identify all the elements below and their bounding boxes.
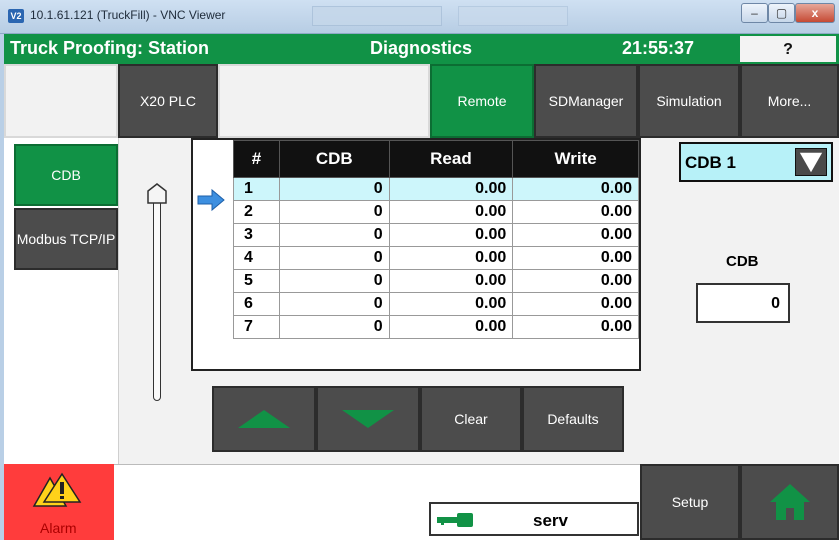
triangle-up-icon	[238, 410, 290, 428]
cell-index: 7	[233, 315, 280, 339]
cell-cdb: 0	[278, 223, 390, 247]
cell-index: 6	[233, 292, 280, 316]
cell-read: 0.00	[388, 292, 514, 316]
chevron-down-icon[interactable]	[795, 148, 827, 176]
user-name: serv	[533, 511, 568, 530]
cell-write: 0.00	[512, 315, 639, 339]
tab-spacer	[218, 64, 430, 138]
cell-cdb: 0	[278, 292, 390, 316]
tab-more[interactable]: More...	[740, 64, 839, 138]
col-header-cdb: CDB	[278, 140, 390, 178]
cdb-select-value: CDB 1	[685, 153, 737, 172]
tab-remote[interactable]: Remote	[430, 64, 534, 138]
data-table: # CDB Read Write 1 0 0.00 0.00 2 0 0.00 …	[233, 140, 639, 339]
col-header-write: Write	[512, 140, 639, 178]
cell-cdb: 0	[278, 246, 390, 270]
cell-read: 0.00	[388, 315, 514, 339]
cell-write: 0.00	[512, 177, 639, 201]
arrow-right-icon	[197, 188, 225, 212]
vnc-app-icon: V2	[8, 9, 24, 23]
tab-bar: X20 PLC Remote SDManager Simulation More…	[4, 64, 839, 138]
cell-read: 0.00	[388, 223, 514, 247]
tab-blank	[4, 64, 118, 138]
cell-write: 0.00	[512, 292, 639, 316]
table-row[interactable]: 7 0 0.00 0.00	[233, 315, 639, 339]
table-row[interactable]: 6 0 0.00 0.00	[233, 292, 639, 316]
triangle-down-icon	[342, 410, 394, 428]
side-tab-modbus[interactable]: Modbus TCP/IP	[14, 208, 118, 270]
cdb-select[interactable]: CDB 1	[679, 142, 833, 182]
home-button[interactable]	[740, 464, 839, 540]
cdb-field-label: CDB	[726, 253, 759, 270]
cell-cdb: 0	[278, 200, 390, 224]
window-titlebar[interactable]: V2 10.1.61.121 (TruckFill) - VNC Viewer …	[0, 0, 839, 34]
side-tab-cdb[interactable]: CDB	[14, 144, 118, 206]
key-icon	[437, 513, 473, 527]
scroll-down-button[interactable]	[316, 386, 420, 452]
close-button[interactable]: x	[795, 3, 835, 23]
header-bar: Truck Proofing: Station Diagnostics 21:5…	[4, 34, 839, 64]
alarm-button[interactable]: Alarm	[4, 464, 114, 540]
table-row[interactable]: 1 0 0.00 0.00	[233, 177, 639, 201]
maximize-button[interactable]: ▢	[768, 3, 795, 23]
cell-write: 0.00	[512, 246, 639, 270]
cell-cdb: 0	[278, 315, 390, 339]
help-button[interactable]: ?	[740, 36, 836, 62]
table-row[interactable]: 3 0 0.00 0.00	[233, 223, 639, 247]
cell-cdb: 0	[278, 269, 390, 293]
cell-write: 0.00	[512, 269, 639, 293]
cell-write: 0.00	[512, 223, 639, 247]
background-window-ghost	[312, 6, 442, 26]
cell-read: 0.00	[388, 177, 514, 201]
tab-simulation[interactable]: Simulation	[638, 64, 740, 138]
scroll-slider-knob[interactable]	[145, 183, 169, 205]
setup-button[interactable]: Setup	[640, 464, 740, 540]
tab-sdmanager[interactable]: SDManager	[534, 64, 638, 138]
background-window-ghost	[458, 6, 568, 26]
cell-index: 3	[233, 223, 280, 247]
scroll-slider-track[interactable]	[153, 191, 161, 401]
home-icon	[769, 484, 810, 520]
side-nav: CDB Modbus TCP/IP	[4, 138, 118, 464]
hmi-screen: Truck Proofing: Station Diagnostics 21:5…	[4, 34, 839, 540]
cell-index: 1	[233, 177, 280, 201]
cell-index: 4	[233, 246, 280, 270]
cell-index: 2	[233, 200, 280, 224]
station-title: Truck Proofing: Station	[10, 38, 210, 58]
col-header-index: #	[233, 140, 280, 178]
cell-write: 0.00	[512, 200, 639, 224]
table-row[interactable]: 4 0 0.00 0.00	[233, 246, 639, 270]
minimize-button[interactable]: –	[741, 3, 768, 23]
cdb-table: # CDB Read Write 1 0 0.00 0.00 2 0 0.00 …	[191, 138, 641, 371]
vnc-window: V2 10.1.61.121 (TruckFill) - VNC Viewer …	[0, 0, 839, 540]
table-row[interactable]: 2 0 0.00 0.00	[233, 200, 639, 224]
cell-index: 5	[233, 269, 280, 293]
page-title: Diagnostics	[370, 38, 473, 58]
cell-read: 0.00	[388, 246, 514, 270]
warning-icon	[32, 472, 82, 507]
table-row[interactable]: 5 0 0.00 0.00	[233, 269, 639, 293]
col-header-read: Read	[388, 140, 514, 178]
alarm-label: Alarm	[40, 520, 77, 536]
cell-read: 0.00	[388, 269, 514, 293]
cdb-input[interactable]: 0	[696, 283, 790, 323]
cell-cdb: 0	[278, 177, 390, 201]
user-status: serv	[429, 502, 639, 536]
clear-button[interactable]: Clear	[420, 386, 522, 452]
window-title: 10.1.61.121 (TruckFill) - VNC Viewer	[30, 8, 226, 22]
clock: 21:55:37	[622, 38, 695, 58]
tab-x20-plc[interactable]: X20 PLC	[118, 64, 218, 138]
scroll-up-button[interactable]	[212, 386, 316, 452]
cell-read: 0.00	[388, 200, 514, 224]
defaults-button[interactable]: Defaults	[522, 386, 624, 452]
